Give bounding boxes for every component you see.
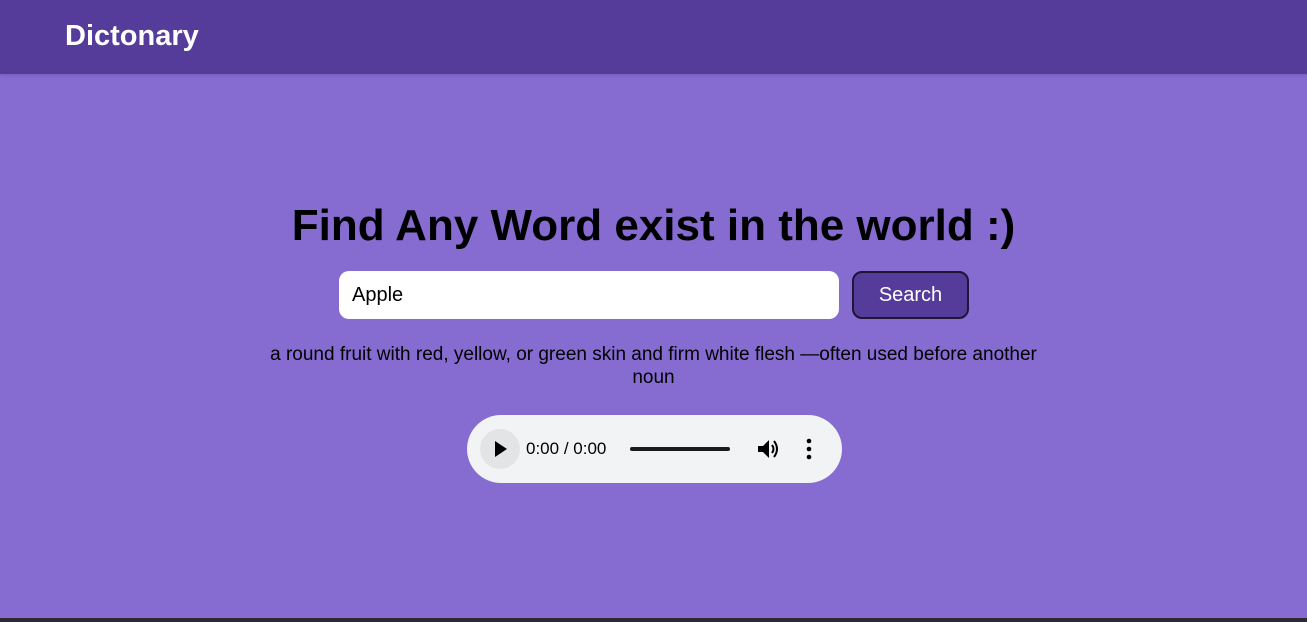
main-content: Find Any Word exist in the world :) Sear…	[0, 74, 1307, 618]
volume-button[interactable]	[755, 437, 783, 461]
search-input[interactable]	[339, 271, 839, 319]
navbar: Dictonary	[0, 0, 1307, 74]
more-options-button[interactable]	[799, 437, 819, 461]
search-button[interactable]: Search	[852, 271, 969, 319]
volume-icon	[758, 440, 778, 458]
current-time: 0:00	[526, 439, 560, 458]
page-headline: Find Any Word exist in the world :)	[291, 201, 1016, 250]
audio-progress-slider[interactable]	[630, 447, 730, 451]
audio-time: 0:00 / 0:00	[526, 439, 606, 459]
play-icon	[495, 441, 507, 457]
duration: 0:00	[573, 439, 607, 458]
definition-text: a round fruit with red, yellow, or green…	[270, 344, 1037, 388]
time-separator: /	[559, 439, 574, 458]
play-button[interactable]	[480, 429, 520, 469]
bottom-border	[0, 618, 1307, 622]
brand-title[interactable]: Dictonary	[65, 19, 199, 53]
audio-player: 0:00 / 0:00	[467, 415, 842, 483]
more-vert-icon	[806, 438, 812, 460]
